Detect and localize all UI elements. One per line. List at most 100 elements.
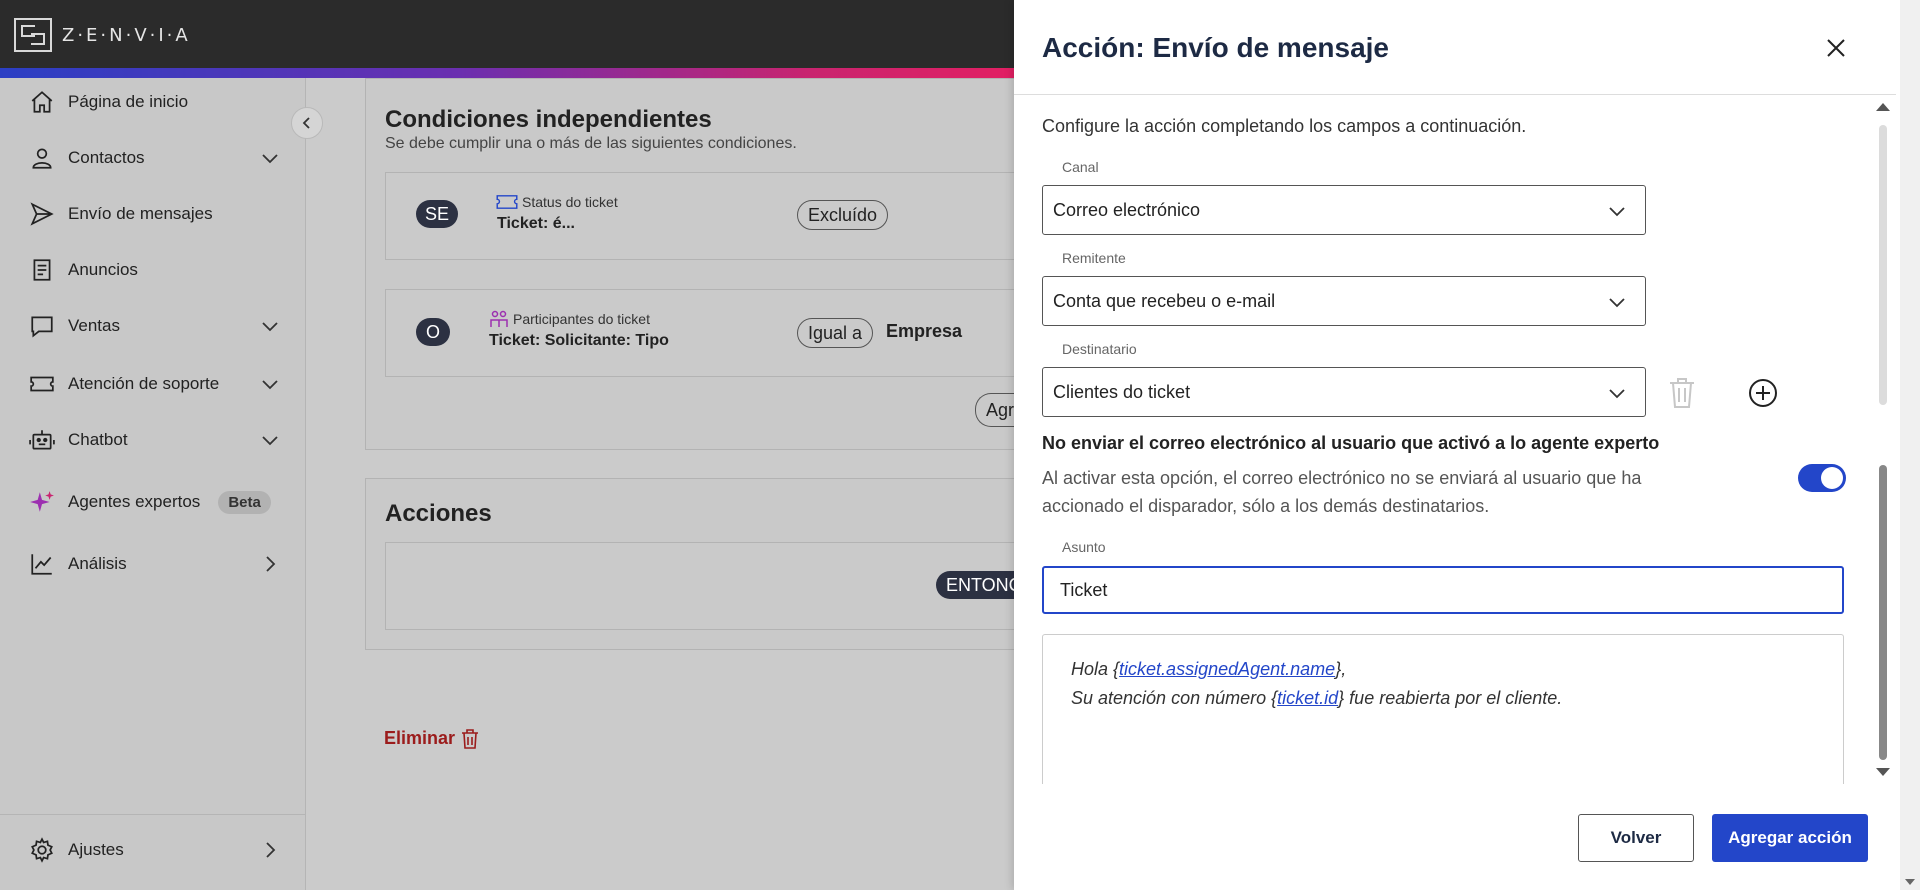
condition-field-value: Ticket: é... [497,215,575,232]
scroll-down-arrow[interactable] [1876,768,1890,776]
actions-title: Acciones [385,500,492,527]
chevron-down-icon [262,380,278,390]
sidebar-item-label: Atención de soporte [68,374,220,393]
chat-icon [28,312,56,340]
subject-input[interactable] [1042,566,1844,614]
channel-value: Correo electrónico [1053,199,1201,220]
body-line: Hola {ticket.assignedAgent.name}, [1071,655,1815,684]
top-bar: Z·E·N·V·I·A [0,0,1014,78]
condition-field-label: Status do ticket [496,194,618,210]
sidebar-item-label: Chatbot [68,430,128,449]
sidebar-item-label: Contactos [68,148,145,167]
ticket-icon [28,370,56,398]
window-scroll-down-arrow[interactable] [1905,879,1915,885]
sidebar-divider [0,814,306,815]
ticket-icon [496,195,518,209]
condition-field-label-text: Status do ticket [522,194,618,210]
chevron-left-icon [302,117,310,129]
sparkle-icon [28,488,56,516]
variable-link[interactable]: ticket.assignedAgent.name [1119,659,1335,679]
chevron-down-icon [262,436,278,446]
body-text: } fue reabierta por el cliente. [1338,688,1563,708]
sidebar-item-chatbot[interactable]: Chatbot [0,416,306,464]
collapse-sidebar-button[interactable] [291,107,323,139]
sidebar-item-expert-agents[interactable]: Agentes expertos Beta [0,478,306,526]
conditions-subtitle: Se debe cumplir una o más de las siguien… [385,135,797,152]
condition-operator: Excluído [797,200,889,230]
sidebar: Página de inicio Contactos Envío de mens… [0,78,306,890]
brand-logo[interactable]: Z·E·N·V·I·A [14,18,191,52]
condition-field-value: Ticket: Solicitante: Tipo [489,332,669,349]
window-scrollbar[interactable] [1900,0,1920,890]
chevron-down-icon [1609,298,1625,308]
sidebar-item-support[interactable]: Atención de soporte [0,360,306,408]
logo-icon [14,18,52,52]
message-body-editor[interactable]: Hola {ticket.assignedAgent.name}, Su ate… [1042,634,1844,784]
chevron-right-icon [266,842,276,858]
send-icon [28,200,56,228]
beta-badge: Beta [218,490,271,514]
exclude-trigger-user-toggle[interactable] [1798,464,1846,492]
condition-prefix: O [416,318,450,346]
recipient-value: Clientes do ticket [1053,381,1191,402]
sidebar-item-label: Página de inicio [68,92,189,111]
sidebar-item-sales[interactable]: Ventas [0,302,306,350]
condition-prefix: SE [416,200,458,228]
sidebar-item-analytics[interactable]: Análisis [0,540,306,588]
sidebar-item-label: Anuncios [68,260,138,279]
sidebar-item-contacts[interactable]: Contactos [0,134,306,182]
robot-icon [28,426,56,454]
participants-icon [490,310,508,327]
sidebar-item-label: Agentes expertos [68,492,201,511]
exclude-trigger-user-description: Al activar esta opción, el correo electr… [1042,468,1642,516]
topbar-accent [0,68,1014,78]
sidebar-item-announcements[interactable]: Anuncios [0,246,306,294]
panel-intro: Configure la acción completando los camp… [1042,116,1527,136]
chevron-right-icon [266,556,276,572]
chevron-down-icon [1609,389,1625,399]
sender-label: Remitente [1062,250,1126,266]
action-panel: Acción: Envío de mensaje Configure la ac… [1014,0,1920,890]
sender-select[interactable]: Conta que recebeu o e-mail [1042,276,1646,326]
actions-box [385,542,1025,630]
channel-label: Canal [1062,159,1099,175]
add-circle-icon[interactable] [1748,378,1778,408]
then-badge: ENTONC [936,571,1022,599]
sidebar-item-label: Ventas [68,316,120,335]
person-icon [28,144,56,172]
trash-icon [462,728,479,749]
recipient-select[interactable]: Clientes do ticket [1042,367,1646,417]
document-icon [28,256,56,284]
exclude-trigger-user-title: No enviar el correo electrónico al usuar… [1042,433,1660,453]
chart-icon [28,550,56,578]
sidebar-item-label: Ajustes [68,840,124,859]
sidebar-item-label: Análisis [68,554,127,573]
chevron-down-icon [262,322,278,332]
channel-select[interactable]: Correo electrónico [1042,185,1646,235]
brand-name: Z·E·N·V·I·A [62,24,191,46]
add-action-button[interactable]: Agregar acción [1712,814,1868,862]
body-text: Su atención con número { [1071,688,1278,708]
scrollbar-track[interactable] [1879,125,1887,405]
scroll-up-arrow[interactable] [1876,103,1890,111]
body-text: }, [1335,659,1347,679]
close-icon[interactable] [1822,34,1850,62]
chevron-down-icon [262,154,278,164]
scrollbar-thumb[interactable] [1879,465,1887,760]
sender-value: Conta que recebeu o e-mail [1053,290,1276,311]
condition-field-label-text: Participantes do ticket [513,311,650,327]
variable-link[interactable]: ticket.id [1277,688,1338,708]
sidebar-item-home[interactable]: Página de inicio [0,78,306,126]
panel-divider [1014,94,1896,95]
sidebar-item-messaging[interactable]: Envío de mensajes [0,190,306,238]
home-icon [28,88,56,116]
back-button[interactable]: Volver [1578,814,1694,862]
add-condition-button[interactable]: Agr [975,393,1017,427]
conditions-title: Condiciones independientes [385,106,712,133]
delete-label: Eliminar [384,728,456,748]
condition-row[interactable] [385,172,1025,260]
delete-button[interactable]: Eliminar [384,728,479,749]
body-line: Su atención con número {ticket.id} fue r… [1071,684,1815,713]
trash-icon[interactable] [1668,377,1696,409]
sidebar-item-settings[interactable]: Ajustes [0,826,306,874]
